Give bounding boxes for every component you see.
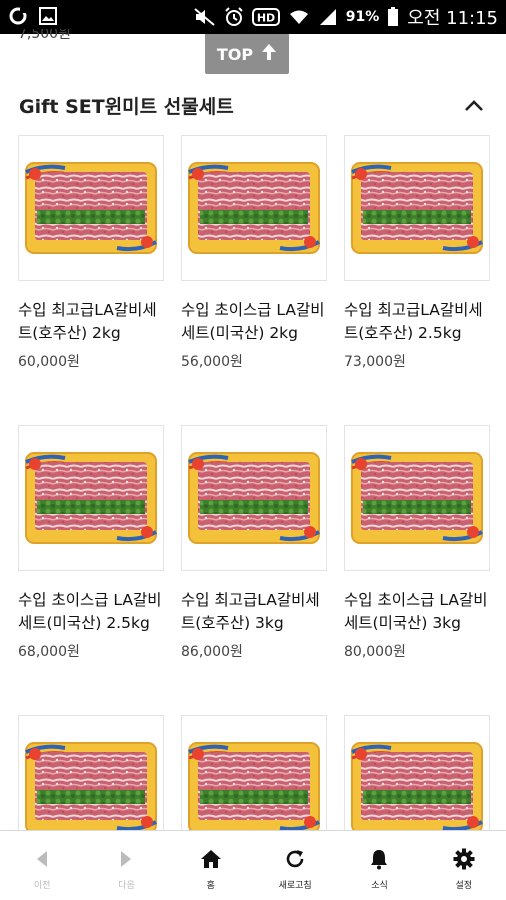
previous-item-price: 7,500원 <box>18 29 71 42</box>
product-card[interactable]: 수입 최고급LA갈비세트(호주산) 3kg 86,000원 <box>181 425 329 661</box>
product-card[interactable]: 수입 초이스급 LA갈비세트(미국산) 2kg 56,000원 <box>181 135 329 371</box>
product-image[interactable] <box>18 425 164 571</box>
product-price: 80,000원 <box>344 644 406 660</box>
mute-icon <box>194 8 216 26</box>
section-header: Gift SET윈미트 선물세트 <box>19 90 489 120</box>
product-image[interactable] <box>344 135 490 281</box>
product-price: 86,000원 <box>181 644 243 660</box>
product-name[interactable]: 수입 최고급LA갈비세트(호주산) 2kg <box>18 299 166 345</box>
nav-settings-label: 설정 <box>455 881 473 891</box>
forward-arrow-icon <box>118 847 134 871</box>
gallery-icon <box>38 6 58 26</box>
nav-home-label: 홈 <box>206 881 215 891</box>
clock: 오전 11:15 <box>407 8 498 29</box>
nav-refresh-button[interactable]: 새로고침 <box>253 831 337 900</box>
product-name[interactable]: 수입 초이스급 LA갈비세트(미국산) 2.5kg <box>18 589 166 635</box>
nav-forward-label: 다음 <box>118 881 135 891</box>
nav-back-label: 이전 <box>33 881 51 891</box>
product-name[interactable]: 수입 최고급LA갈비세트(호주산) 3kg <box>181 589 329 635</box>
bottom-navigation: 이전 다음 홈 새로고침 소식 설정 <box>0 830 506 900</box>
collapse-chevron-icon[interactable] <box>459 90 489 120</box>
home-icon <box>200 847 222 871</box>
status-bar: HD 91% 오전 11:15 <box>0 0 506 34</box>
nav-home-button[interactable]: 홈 <box>169 831 253 900</box>
product-name[interactable]: 수입 초이스급 LA갈비세트(미국산) 2kg <box>181 299 329 345</box>
nav-back-button[interactable]: 이전 <box>0 831 84 900</box>
battery-icon <box>387 7 399 27</box>
product-price: 56,000원 <box>181 354 243 370</box>
scroll-to-top-button[interactable]: TOP <box>205 34 289 74</box>
product-card[interactable]: 수입 초이스급 LA갈비세트(미국산) 3kg 80,000원 <box>344 425 492 661</box>
nav-news-label: 소식 <box>371 881 388 891</box>
product-image[interactable] <box>18 135 164 281</box>
section-title: Gift SET윈미트 선물세트 <box>19 95 234 118</box>
bell-icon <box>369 847 389 871</box>
arrow-up-icon <box>261 43 277 65</box>
product-name[interactable]: 수입 최고급LA갈비세트(호주산) 2.5kg <box>344 299 492 345</box>
back-arrow-icon <box>34 847 50 871</box>
product-price: 60,000원 <box>18 354 80 370</box>
nav-forward-button[interactable]: 다음 <box>84 831 168 900</box>
nav-settings-button[interactable]: 설정 <box>422 831 506 900</box>
refresh-icon <box>284 847 306 871</box>
product-image[interactable] <box>344 425 490 571</box>
product-name[interactable]: 수입 초이스급 LA갈비세트(미국산) 3kg <box>344 589 492 635</box>
gear-icon <box>453 847 475 871</box>
signal-icon <box>318 8 338 26</box>
svg-text:HD: HD <box>257 12 275 25</box>
product-price: 73,000원 <box>344 354 406 370</box>
hd-icon: HD <box>251 8 280 26</box>
top-button-label: TOP <box>216 44 254 64</box>
alarm-icon <box>224 7 244 27</box>
nav-refresh-label: 새로고침 <box>278 881 312 891</box>
product-card[interactable]: 수입 최고급LA갈비세트(호주산) 2kg 60,000원 <box>18 135 166 371</box>
battery-percent: 91% <box>345 9 380 25</box>
product-price: 68,000원 <box>18 644 80 660</box>
o-notification-icon <box>8 6 28 26</box>
product-card[interactable]: 수입 최고급LA갈비세트(호주산) 2.5kg 73,000원 <box>344 135 492 371</box>
nav-news-button[interactable]: 소식 <box>337 831 421 900</box>
product-image[interactable] <box>181 135 327 281</box>
wifi-icon <box>288 8 310 26</box>
product-image[interactable] <box>181 425 327 571</box>
product-card[interactable]: 수입 초이스급 LA갈비세트(미국산) 2.5kg 68,000원 <box>18 425 166 661</box>
